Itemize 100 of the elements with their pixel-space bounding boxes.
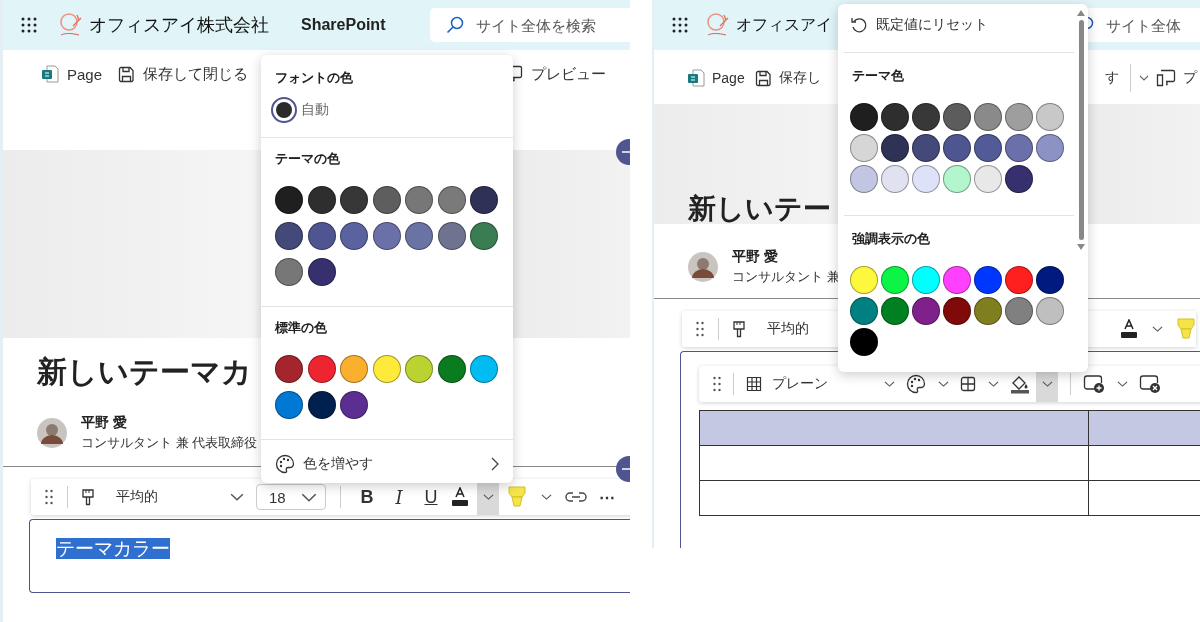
underline-button[interactable]: U — [419, 479, 443, 515]
automatic-color-option[interactable]: 自動 — [261, 93, 339, 131]
color-swatch[interactable] — [307, 258, 336, 286]
app-launcher-icon[interactable] — [21, 17, 37, 33]
color-swatch[interactable] — [275, 186, 303, 214]
color-swatch[interactable] — [881, 134, 909, 162]
color-swatch[interactable] — [437, 355, 466, 383]
color-swatch[interactable] — [974, 103, 1002, 131]
color-swatch[interactable] — [1036, 266, 1064, 294]
app-launcher-icon[interactable] — [672, 17, 688, 33]
color-swatch[interactable] — [405, 186, 433, 214]
paintbrush-icon[interactable] — [82, 488, 94, 506]
color-swatch[interactable] — [912, 103, 940, 131]
color-swatch[interactable] — [372, 186, 401, 214]
color-swatch[interactable] — [307, 355, 336, 383]
color-swatch[interactable] — [1005, 297, 1033, 325]
color-swatch[interactable] — [881, 165, 909, 193]
table-style-dropdown[interactable]: プレーン — [768, 366, 872, 402]
color-swatch[interactable] — [470, 222, 498, 250]
color-swatch[interactable] — [974, 297, 1002, 325]
color-swatch[interactable] — [850, 266, 878, 294]
color-swatch[interactable] — [437, 222, 466, 250]
color-swatch[interactable] — [1005, 266, 1033, 294]
color-swatch[interactable] — [943, 165, 971, 193]
color-swatch[interactable] — [1005, 134, 1033, 162]
color-swatch[interactable] — [340, 355, 368, 383]
color-swatch[interactable] — [307, 186, 336, 214]
search-field[interactable]: サイト全体を検索 — [430, 8, 630, 42]
color-swatch[interactable] — [943, 103, 971, 131]
color-swatch[interactable] — [850, 134, 878, 162]
color-swatch[interactable] — [974, 165, 1002, 193]
color-swatch[interactable] — [943, 297, 971, 325]
add-section-icon[interactable] — [616, 456, 630, 482]
color-swatch[interactable] — [1036, 134, 1064, 162]
color-swatch[interactable] — [340, 391, 368, 419]
color-swatch[interactable] — [974, 134, 1002, 162]
color-swatch[interactable] — [881, 297, 909, 325]
color-swatch[interactable] — [470, 355, 498, 383]
drag-handle-icon[interactable] — [696, 321, 704, 337]
link-icon[interactable] — [565, 491, 587, 503]
color-swatch[interactable] — [275, 222, 303, 250]
color-swatch[interactable] — [307, 391, 336, 419]
preview-button[interactable]: プ — [1153, 65, 1200, 91]
color-swatch[interactable] — [943, 134, 971, 162]
color-swatch[interactable] — [275, 258, 303, 286]
color-swatch[interactable] — [1036, 297, 1064, 325]
font-size-dropdown[interactable]: 18 — [256, 484, 326, 510]
company-name[interactable]: オフィスアイ株式会社 — [89, 13, 269, 37]
color-swatch[interactable] — [943, 266, 971, 294]
undo-button[interactable]: す — [1102, 65, 1122, 91]
reset-item[interactable]: 既定値にリセット — [838, 8, 1000, 44]
fill-bucket-icon[interactable] — [1010, 374, 1030, 394]
color-swatch[interactable] — [850, 297, 878, 325]
borders-icon[interactable] — [960, 376, 976, 392]
company-name[interactable]: オフィスアイ — [736, 14, 832, 36]
color-swatch[interactable] — [275, 391, 303, 419]
drag-handle-icon[interactable] — [713, 376, 721, 392]
table-row[interactable] — [699, 410, 1200, 446]
site-name[interactable]: SharePoint — [301, 16, 386, 34]
color-swatch[interactable] — [307, 222, 336, 250]
scroll-up-icon[interactable] — [1077, 10, 1085, 16]
add-section-icon[interactable] — [616, 139, 630, 165]
font-color-icon[interactable] — [451, 487, 469, 507]
save-button[interactable]: 保存し — [751, 65, 824, 91]
page-button[interactable]: Page — [35, 61, 109, 87]
drag-handle-icon[interactable] — [45, 489, 53, 505]
more-button[interactable]: ⋯ — [595, 479, 619, 515]
color-swatch[interactable] — [850, 328, 878, 356]
editor-text[interactable]: テーマカラー — [56, 538, 170, 559]
color-swatch[interactable] — [850, 103, 878, 131]
table-row[interactable] — [699, 445, 1200, 481]
chevron-down-icon[interactable] — [1139, 75, 1149, 81]
color-swatch[interactable] — [912, 266, 940, 294]
scroll-down-icon[interactable] — [1077, 244, 1085, 250]
color-swatch[interactable] — [372, 355, 401, 383]
style-dropdown[interactable]: 平均的 — [102, 479, 248, 515]
color-swatch[interactable] — [340, 186, 368, 214]
color-swatch[interactable] — [1005, 103, 1033, 131]
bold-button[interactable]: B — [355, 479, 379, 515]
table-icon[interactable] — [746, 376, 762, 392]
paintbrush-icon[interactable] — [733, 320, 745, 338]
insert-cell-icon[interactable] — [1083, 374, 1105, 394]
color-swatch[interactable] — [974, 266, 1002, 294]
color-swatch[interactable] — [881, 266, 909, 294]
color-swatch[interactable] — [340, 222, 368, 250]
color-swatch[interactable] — [912, 134, 940, 162]
color-swatch[interactable] — [912, 165, 940, 193]
color-swatch[interactable] — [881, 103, 909, 131]
color-swatch[interactable] — [850, 165, 878, 193]
palette-icon[interactable] — [906, 374, 926, 394]
color-swatch[interactable] — [1005, 165, 1033, 193]
color-swatch[interactable] — [1036, 103, 1064, 131]
color-swatch[interactable] — [275, 355, 303, 383]
color-swatch[interactable] — [405, 355, 433, 383]
table-row[interactable] — [699, 480, 1200, 516]
color-swatch[interactable] — [912, 297, 940, 325]
color-swatch[interactable] — [470, 186, 498, 214]
save-button[interactable]: 保存して閉じる — [112, 60, 255, 88]
delete-cell-icon[interactable] — [1139, 374, 1161, 394]
color-swatch[interactable] — [405, 222, 433, 250]
